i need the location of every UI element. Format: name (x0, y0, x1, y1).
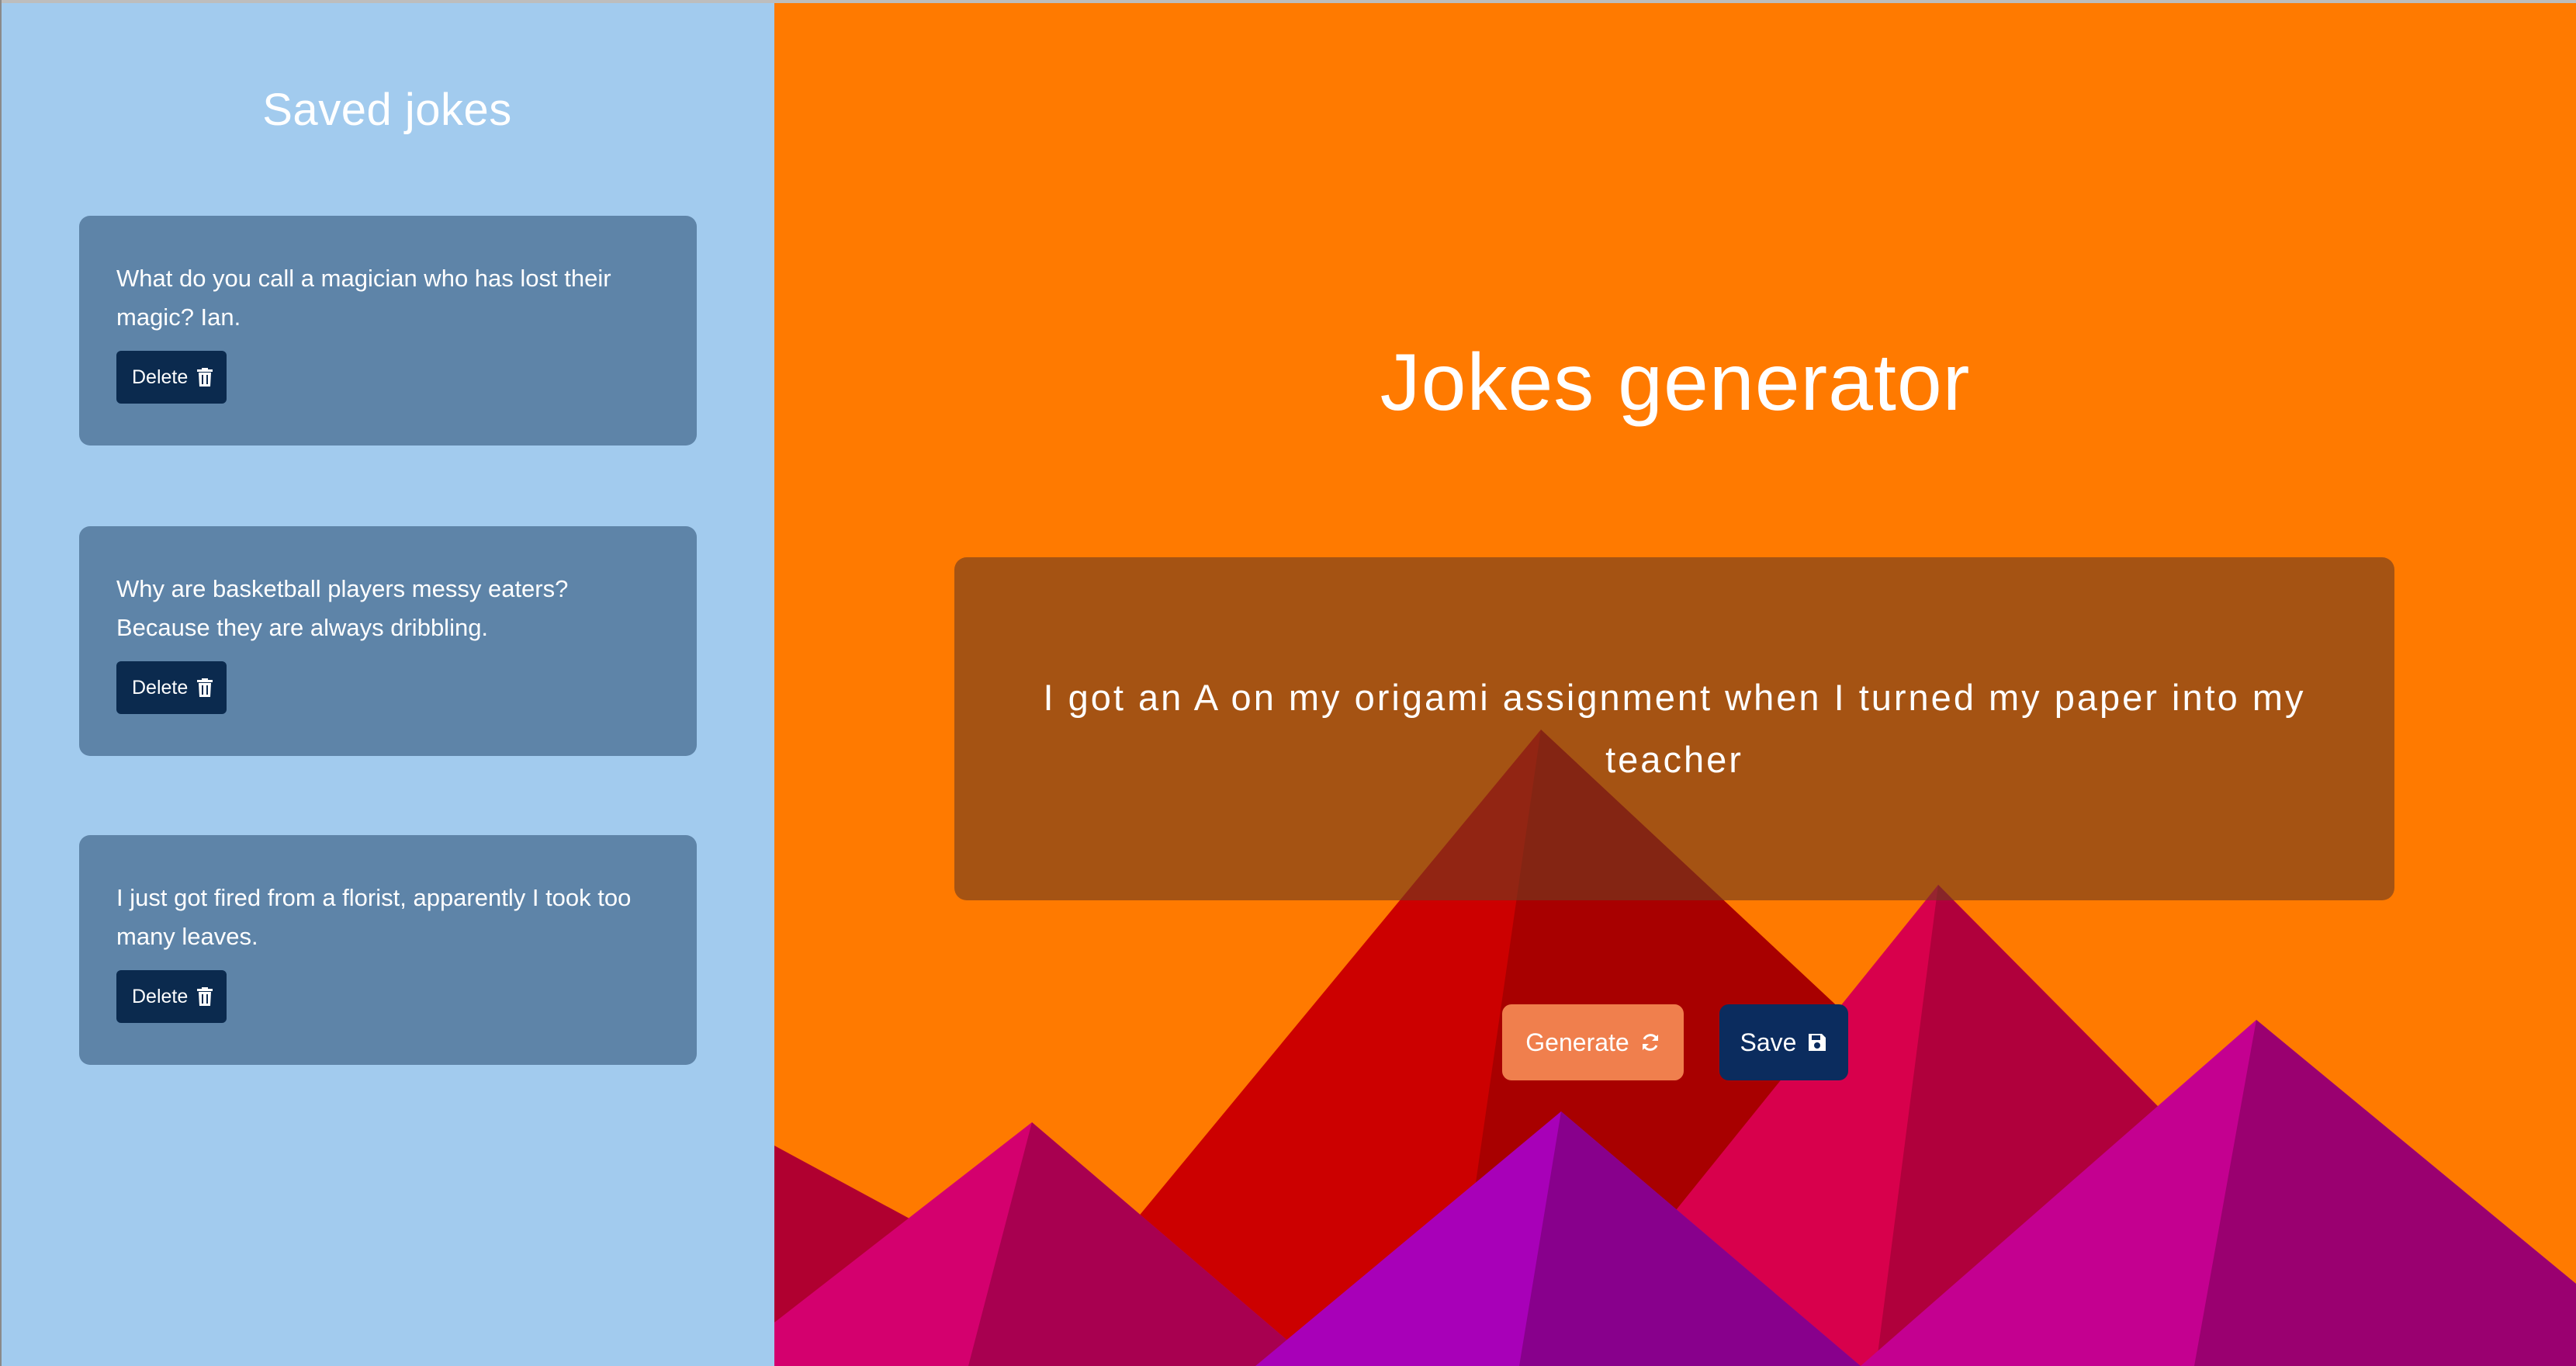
delete-joke-button[interactable]: Delete (116, 351, 227, 404)
delete-button-label: Delete (132, 366, 189, 388)
delete-button-label: Delete (132, 676, 189, 699)
trash-icon (197, 678, 213, 697)
saved-jokes-sidebar: Saved jokes What do you call a magician … (0, 3, 774, 1366)
saved-joke-card: I just got fired from a florist, apparen… (79, 835, 697, 1065)
saved-joke-text: I just got fired from a florist, apparen… (116, 884, 632, 950)
saved-joke-text: Why are basketball players messy eaters?… (116, 575, 569, 641)
delete-joke-button[interactable]: Delete (116, 661, 227, 714)
save-button[interactable]: Save (1719, 1004, 1848, 1080)
delete-joke-button[interactable]: Delete (116, 970, 227, 1023)
floppy-disk-icon (1809, 1034, 1826, 1051)
saved-joke-card: Why are basketball players messy eaters?… (79, 526, 697, 756)
jokes-generator-main: Jokes generator I got an A on my origami… (774, 3, 2576, 1366)
delete-button-label: Delete (132, 985, 189, 1007)
trash-icon (197, 987, 213, 1006)
generate-button[interactable]: Generate (1502, 1004, 1684, 1080)
generate-button-label: Generate (1525, 1028, 1629, 1056)
saved-joke-text: What do you call a magician who has lost… (116, 265, 611, 331)
saved-joke-card: What do you call a magician who has lost… (79, 216, 697, 446)
current-joke-text: I got an A on my origami assignment when… (1043, 677, 2306, 780)
save-button-label: Save (1740, 1028, 1797, 1056)
refresh-icon (1642, 1034, 1658, 1051)
page-title: Jokes generator (1380, 337, 1971, 428)
sidebar-title: Saved jokes (262, 85, 512, 135)
window-left-border (0, 0, 2, 1366)
current-joke-panel: I got an A on my origami assignment when… (954, 557, 2394, 900)
trash-icon (197, 368, 213, 387)
